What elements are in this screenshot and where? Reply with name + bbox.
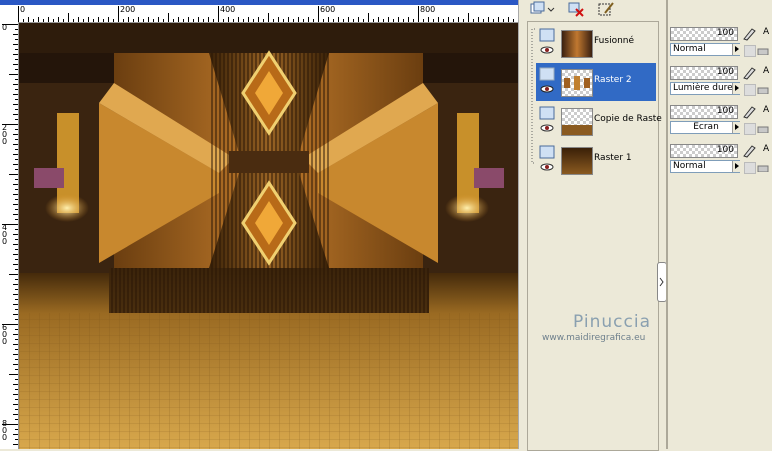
column-letter: A xyxy=(763,105,770,115)
brush-icon[interactable] xyxy=(742,27,756,41)
edit-selection-icon[interactable] xyxy=(597,1,615,17)
layer-name: Raster 2 xyxy=(594,75,632,85)
layer-props-copie: 100 Écran A xyxy=(669,103,772,139)
opacity-value: 100 xyxy=(716,28,734,38)
layer-thumbnail xyxy=(561,147,593,175)
layer-thumbnail xyxy=(561,30,593,58)
chevron-down-icon[interactable] xyxy=(547,1,555,17)
chevron-right-icon[interactable] xyxy=(732,122,742,133)
lock-transparency-checkbox[interactable] xyxy=(744,162,756,174)
layer-thumbnail xyxy=(561,108,593,136)
opacity-slider[interactable]: 100 xyxy=(670,66,738,80)
vertical-ruler: 0 2 0 0 4 0 0 6 0 0 8 0 0 xyxy=(0,22,19,449)
opacity-value: 100 xyxy=(716,106,734,116)
lock-transparency-checkbox[interactable] xyxy=(744,123,756,135)
column-letter: A xyxy=(763,66,770,76)
image-canvas[interactable] xyxy=(19,23,518,449)
chevron-right-icon[interactable] xyxy=(732,44,742,55)
blend-mode-select[interactable]: Lumière dure xyxy=(670,82,740,95)
opacity-value: 100 xyxy=(716,145,734,155)
opacity-slider[interactable]: 100 xyxy=(670,105,738,119)
layers-list: Fusionné Raster 2 Copie de Raste Raster … xyxy=(527,21,662,451)
chevron-right-icon[interactable] xyxy=(732,161,742,172)
brush-icon[interactable] xyxy=(742,144,756,158)
canvas-scroll-gutter xyxy=(518,0,527,449)
opacity-slider[interactable]: 100 xyxy=(670,144,738,158)
vruler-label-0: 0 xyxy=(2,23,8,32)
ruler-label-200: 200 xyxy=(120,5,136,14)
new-layer-icon[interactable] xyxy=(529,1,547,17)
layer-visibility-icon[interactable] xyxy=(539,28,555,58)
lock-icon[interactable] xyxy=(757,45,769,55)
ruler-label-400: 400 xyxy=(220,5,236,14)
layer-row-raster-2[interactable]: Raster 2 xyxy=(536,63,656,101)
chevron-right-icon[interactable] xyxy=(732,83,742,94)
opacity-value: 100 xyxy=(716,67,734,77)
layer-thumbnail xyxy=(561,69,593,97)
canvas-artwork xyxy=(19,23,518,449)
column-letter: A xyxy=(763,144,770,154)
vruler-label-400: 4 0 0 xyxy=(2,223,8,246)
palette-divider xyxy=(666,0,668,449)
layer-name: Copie de Raste xyxy=(594,114,662,124)
layer-name: Fusionné xyxy=(594,36,635,46)
ruler-label-800: 800 xyxy=(420,5,436,14)
lock-transparency-checkbox[interactable] xyxy=(744,45,756,57)
lock-icon[interactable] xyxy=(757,162,769,172)
layer-row-raster-1[interactable]: Raster 1 xyxy=(536,141,656,179)
watermark-url: www.maidiregrafica.eu xyxy=(542,333,646,343)
delete-layer-icon[interactable] xyxy=(567,1,585,17)
layer-row-copie-de-raster[interactable]: Copie de Raste xyxy=(536,102,662,140)
layer-props-raster-1: 100 Normal A xyxy=(669,142,772,178)
ruler-ticks xyxy=(18,6,519,22)
brush-icon[interactable] xyxy=(742,66,756,80)
vruler-label-800: 8 0 0 xyxy=(2,419,8,442)
watermark-name: Pinuccia xyxy=(573,312,651,332)
opacity-slider[interactable]: 100 xyxy=(670,27,738,41)
horizontal-ruler: 0 200 400 600 800 xyxy=(0,0,520,23)
blend-mode-select[interactable]: Normal xyxy=(670,43,740,56)
column-letter: A xyxy=(763,27,770,37)
layer-row-fusionne[interactable]: Fusionné xyxy=(536,24,656,62)
blend-mode-select[interactable]: Écran xyxy=(670,121,740,134)
layer-props-raster-2: 100 Lumière dure A xyxy=(669,64,772,100)
layer-props-fusionne: 100 Normal A xyxy=(669,25,772,61)
vruler-label-200: 2 0 0 xyxy=(2,123,8,146)
ruler-label-600: 600 xyxy=(320,5,336,14)
layer-name: Raster 1 xyxy=(594,153,632,163)
brush-icon[interactable] xyxy=(742,105,756,119)
vruler-label-600: 6 0 0 xyxy=(2,323,8,346)
blend-mode-select[interactable]: Normal xyxy=(670,160,740,173)
lock-icon[interactable] xyxy=(757,84,769,94)
layer-visibility-icon[interactable] xyxy=(539,67,555,97)
layers-toolbar xyxy=(527,0,657,20)
lock-transparency-checkbox[interactable] xyxy=(744,84,756,96)
lock-icon[interactable] xyxy=(757,123,769,133)
ruler-label-0: 0 xyxy=(20,5,26,14)
layer-visibility-icon[interactable] xyxy=(539,145,555,175)
layer-visibility-icon[interactable] xyxy=(539,106,555,136)
